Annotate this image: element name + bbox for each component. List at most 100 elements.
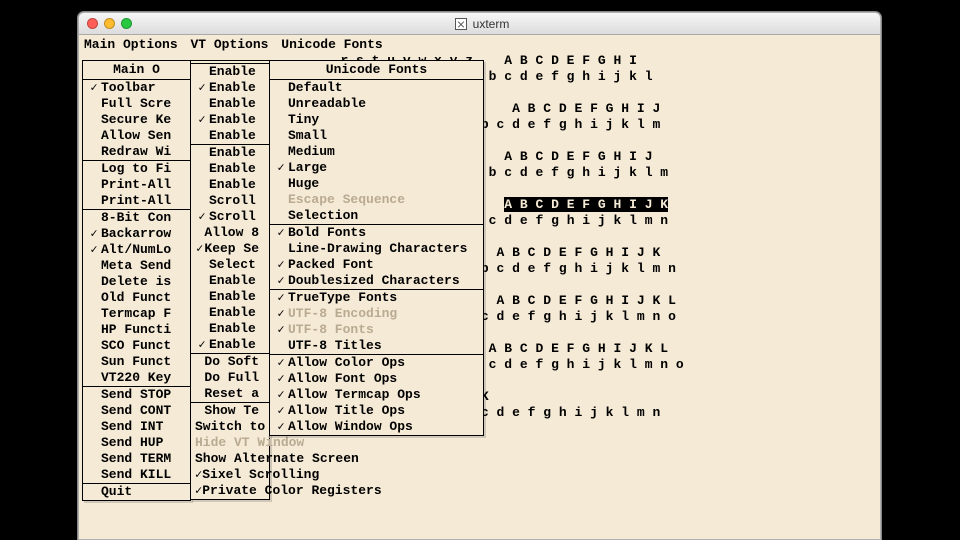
menu-item[interactable]: ✓Allow Title Ops	[270, 403, 483, 419]
menu-item[interactable]: ✓Scroll	[191, 209, 269, 225]
menu-item[interactable]: Send CONT	[83, 403, 190, 419]
menu-item[interactable]: ✓Allow Termcap Ops	[270, 387, 483, 403]
menu-item[interactable]: ✓Enable	[191, 80, 269, 96]
menu-item[interactable]: Scroll	[191, 193, 269, 209]
menu-item-label: Send KILL	[101, 467, 171, 483]
menu-item[interactable]: Show Alternate Screen	[191, 451, 269, 467]
menu-item[interactable]: ✓Allow Color Ops	[270, 355, 483, 371]
menu-item[interactable]: Default	[270, 80, 483, 96]
menu-item-label: Enable	[209, 96, 256, 112]
menu-item-label: Allow Font Ops	[288, 371, 397, 387]
menu-item[interactable]: Send TERM	[83, 451, 190, 467]
menu-item[interactable]: Log to Fi	[83, 161, 190, 177]
menu-item[interactable]: Secure Ke	[83, 112, 190, 128]
menu-item[interactable]: ✓Doublesized Characters	[270, 273, 483, 289]
minimize-icon[interactable]	[104, 18, 115, 29]
menu-item[interactable]: Redraw Wi	[83, 144, 190, 160]
menu-item[interactable]: Send HUP	[83, 435, 190, 451]
menu-item[interactable]: Unreadable	[270, 96, 483, 112]
menu-item[interactable]: Medium	[270, 144, 483, 160]
menu-item[interactable]: ✓Alt/NumLo	[83, 242, 190, 258]
menu-item-label: HP Functi	[101, 322, 171, 338]
menubar-item-main[interactable]: Main Options	[83, 37, 182, 52]
menu-item-label: Enable	[209, 321, 256, 337]
menu-item-label: Enable	[209, 177, 256, 193]
menu-item[interactable]: Meta Send	[83, 258, 190, 274]
menu-item-label: Keep Se	[204, 241, 259, 257]
menu-item[interactable]: Enable	[191, 145, 269, 161]
menu-item[interactable]: Allow Sen	[83, 128, 190, 144]
menu-item[interactable]: ✓Enable	[191, 112, 269, 128]
menu-item-label: UTF-8 Encoding	[288, 306, 397, 322]
menu-item[interactable]: ✓Sixel Scrolling	[191, 467, 269, 483]
menu-item[interactable]: Enable	[191, 161, 269, 177]
menu-item[interactable]: Quit	[83, 484, 190, 500]
menu-item[interactable]: ✓Backarrow	[83, 226, 190, 242]
menu-item[interactable]: Enable	[191, 64, 269, 80]
menu-item[interactable]: Small	[270, 128, 483, 144]
menu-item[interactable]: UTF-8 Titles	[270, 338, 483, 354]
menu-item[interactable]: Old Funct	[83, 290, 190, 306]
menubar-item-unicode[interactable]: Unicode Fonts	[280, 37, 386, 52]
check-icon: ✓	[274, 160, 288, 176]
menu-item[interactable]: Huge	[270, 176, 483, 192]
menu-item-label: VT220 Key	[101, 370, 171, 386]
menubar-item-vt[interactable]: VT Options	[189, 37, 272, 52]
menu-item[interactable]: ✓Bold Fonts	[270, 225, 483, 241]
menu-item[interactable]: Enable	[191, 321, 269, 337]
menu-item-label: Medium	[288, 144, 335, 160]
menu-item[interactable]: Reset a	[191, 386, 269, 402]
menu-item-label: Send CONT	[101, 403, 171, 419]
close-icon[interactable]	[87, 18, 98, 29]
menu-item[interactable]: Enable	[191, 273, 269, 289]
check-icon: ✓	[195, 483, 202, 499]
menu-item-label: Bold Fonts	[288, 225, 366, 241]
menu-item[interactable]: ✓TrueType Fonts	[270, 290, 483, 306]
menu-item[interactable]: Line-Drawing Characters	[270, 241, 483, 257]
menu-item-label: Reset a	[204, 386, 259, 402]
menu-item[interactable]: ✓Large	[270, 160, 483, 176]
menu-item[interactable]: Enable	[191, 289, 269, 305]
menu-item[interactable]: Print-All	[83, 193, 190, 209]
menu-item[interactable]: Enable	[191, 128, 269, 144]
menu-item[interactable]: ✓Toolbar	[83, 80, 190, 96]
menu-item[interactable]: Send STOP	[83, 387, 190, 403]
menu-item[interactable]: Send INT	[83, 419, 190, 435]
menu-item[interactable]: Show Te	[191, 403, 269, 419]
check-icon: ✓	[195, 467, 202, 483]
menu-item[interactable]: Selection	[270, 208, 483, 224]
menu-item[interactable]: Print-All	[83, 177, 190, 193]
menu-item[interactable]: Switch to Tek Mode	[191, 419, 269, 435]
menu-item-label: Enable	[209, 337, 256, 353]
menu-item[interactable]: Enable	[191, 305, 269, 321]
menu-item[interactable]: SCO Funct	[83, 338, 190, 354]
menu-item[interactable]: Enable	[191, 96, 269, 112]
menu-item[interactable]: Allow 8	[191, 225, 269, 241]
menu-item[interactable]: HP Functi	[83, 322, 190, 338]
menu-item[interactable]: 8-Bit Con	[83, 210, 190, 226]
menu-item[interactable]: Select	[191, 257, 269, 273]
menu-item[interactable]: ✓Private Color Registers	[191, 483, 269, 499]
menu-item[interactable]: Enable	[191, 177, 269, 193]
menu-item[interactable]: Termcap F	[83, 306, 190, 322]
menu-item: Hide VT Window	[191, 435, 269, 451]
menu-item[interactable]: ✓Allow Window Ops	[270, 419, 483, 435]
menu-item[interactable]: ✓Packed Font	[270, 257, 483, 273]
menu-item: Escape Sequence	[270, 192, 483, 208]
menu-item-label: Secure Ke	[101, 112, 171, 128]
menu-item[interactable]: Tiny	[270, 112, 483, 128]
menu-item[interactable]: Full Scre	[83, 96, 190, 112]
zoom-icon[interactable]	[121, 18, 132, 29]
menu-item[interactable]: ✓Enable	[191, 337, 269, 353]
menu-item[interactable]: Do Full	[191, 370, 269, 386]
menu-item[interactable]: Sun Funct	[83, 354, 190, 370]
menu-item[interactable]: Send KILL	[83, 467, 190, 483]
menu-item-label: Allow Color Ops	[288, 355, 405, 371]
menu-item-label: Unreadable	[288, 96, 366, 112]
menu-item-label: Redraw Wi	[101, 144, 171, 160]
menu-item[interactable]: Delete is	[83, 274, 190, 290]
menu-item[interactable]: ✓Allow Font Ops	[270, 371, 483, 387]
menu-item[interactable]: Do Soft	[191, 354, 269, 370]
menu-item[interactable]: VT220 Key	[83, 370, 190, 386]
menu-item[interactable]: ✓Keep Se	[191, 241, 269, 257]
